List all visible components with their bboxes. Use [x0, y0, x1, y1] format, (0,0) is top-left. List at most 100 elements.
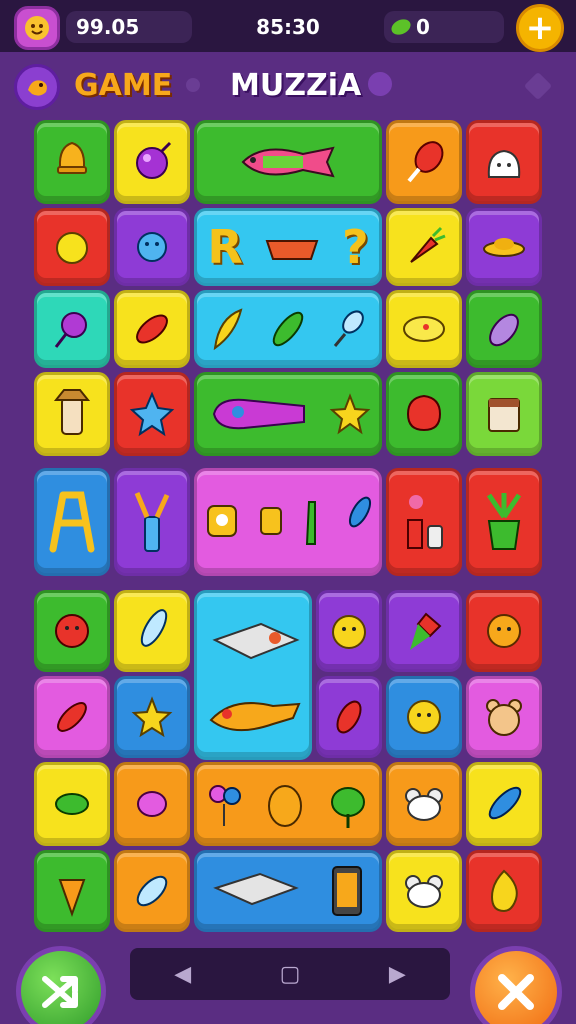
yellow-star-icon — [329, 393, 371, 435]
mouse-2-icon — [405, 875, 443, 908]
smiley-icon — [332, 615, 366, 649]
tile-turtle[interactable] — [34, 762, 110, 846]
close-button[interactable] — [470, 946, 562, 1024]
tile-red-leaf[interactable] — [316, 676, 382, 758]
tile-balloon-toys[interactable] — [194, 762, 382, 846]
tile-flame[interactable] — [466, 850, 542, 932]
sun-face-tile-icon — [487, 614, 521, 648]
tile-drumstick[interactable] — [386, 120, 462, 204]
firework-icon — [136, 314, 168, 344]
bottom-controls: ◀ ▢ ▶ — [0, 930, 576, 1024]
laptop-icon — [212, 872, 299, 906]
blob-icon — [406, 394, 442, 432]
letter-r: R — [207, 220, 243, 274]
tile-laptop-phone[interactable] — [194, 850, 382, 932]
flame-icon — [490, 869, 518, 913]
tile-tiki[interactable] — [34, 372, 110, 456]
top-bar: 99.05 85:30 0 + — [0, 0, 576, 52]
tile-veggies[interactable] — [194, 290, 382, 368]
lemon-slice-icon — [403, 316, 445, 342]
forward-icon[interactable]: ▶ — [389, 962, 406, 987]
carrot-icon — [410, 226, 446, 263]
tile-kite[interactable] — [466, 762, 542, 846]
feather-icon — [214, 308, 243, 351]
timer-display: 85:30 — [256, 15, 320, 39]
balloon-icon — [209, 785, 242, 826]
tile-laptop-fish[interactable] — [194, 590, 312, 760]
tile-paint-tools[interactable] — [114, 468, 190, 576]
gadget-icon — [212, 398, 305, 430]
tile-eggplant[interactable] — [466, 290, 542, 368]
game-logo-button[interactable] — [14, 64, 60, 110]
tile-bell[interactable] — [34, 120, 110, 204]
robot-icon — [207, 505, 238, 537]
teddy-bear-icon — [486, 699, 522, 736]
tile-hat[interactable] — [466, 208, 542, 286]
easel-icon — [49, 491, 95, 553]
mouse-icon — [405, 788, 443, 821]
hat-icon — [483, 238, 525, 257]
bird-icon — [28, 80, 47, 96]
tile-leaf[interactable] — [34, 676, 110, 758]
tile-smiley-2[interactable] — [386, 676, 462, 758]
tile-blue-virus[interactable] — [114, 208, 190, 286]
page-title: MUZZiA — [230, 68, 362, 103]
tiki-icon — [53, 389, 91, 435]
tile-gadget[interactable] — [194, 372, 382, 456]
carrot-2-icon — [58, 867, 86, 918]
tile-letters[interactable]: R ? — [194, 208, 382, 286]
tile-feather[interactable] — [114, 590, 190, 672]
tile-toaster[interactable] — [466, 372, 542, 456]
candy-icon — [137, 791, 167, 817]
score-display: 99.05 — [66, 11, 192, 43]
tile-carrot-2[interactable] — [34, 850, 110, 932]
tile-easel[interactable] — [34, 468, 110, 576]
tile-flower-pot[interactable] — [386, 468, 462, 576]
close-icon — [498, 974, 534, 1010]
tile-fish-wrap[interactable] — [194, 120, 382, 204]
tile-ghost-bunny[interactable] — [466, 120, 542, 204]
tile-carrot[interactable] — [386, 208, 462, 286]
tile-toy-figures[interactable] — [194, 468, 382, 576]
tile-teddy-bear[interactable] — [466, 676, 542, 758]
avatar[interactable] — [14, 6, 60, 50]
tile-starfish[interactable] — [114, 676, 190, 758]
tile-sun-face[interactable] — [466, 590, 542, 672]
tile-mouse-2[interactable] — [386, 850, 462, 932]
title-bar: GAME MUZZiA — [0, 56, 576, 116]
tile-candy[interactable] — [114, 762, 190, 846]
back-icon[interactable]: ◀ — [174, 962, 191, 987]
tile-firework[interactable] — [114, 290, 190, 368]
ghost-bunny-icon — [487, 149, 521, 178]
cucumber-icon — [272, 311, 304, 347]
figure-icon — [259, 507, 282, 535]
leaf-icon — [57, 702, 87, 732]
tile-red-face[interactable] — [34, 590, 110, 672]
shuffle-icon — [42, 976, 78, 1008]
tile-plant-pot[interactable] — [466, 468, 542, 576]
turtle-icon — [55, 793, 89, 815]
eggplant-icon — [489, 313, 519, 347]
tile-lemon-slice[interactable] — [386, 290, 462, 368]
blue-brush-icon — [348, 496, 371, 528]
tile-lemon[interactable] — [34, 208, 110, 286]
tile-red-blob[interactable] — [386, 372, 462, 456]
star-icon — [129, 391, 175, 437]
plant-pot-icon — [486, 493, 522, 550]
home-icon[interactable]: ▢ — [280, 962, 301, 987]
flower-pot-icon — [407, 495, 443, 549]
shuffle-button[interactable] — [16, 946, 106, 1024]
toaster-icon — [488, 398, 520, 432]
letter-question: ? — [341, 220, 369, 274]
red-leaf-icon — [336, 700, 362, 734]
tile-shell[interactable] — [114, 850, 190, 932]
tile-ice-cream[interactable] — [386, 590, 462, 672]
add-gems-button[interactable]: + — [516, 4, 564, 52]
tile-blue-star[interactable] — [114, 372, 190, 456]
tile-smiley[interactable] — [316, 590, 382, 672]
decor-dot — [186, 78, 200, 92]
tile-lollipop[interactable] — [34, 290, 110, 368]
tile-mouse[interactable] — [386, 762, 462, 846]
tile-candy-orb[interactable] — [114, 120, 190, 204]
sun-face-icon — [25, 16, 49, 40]
